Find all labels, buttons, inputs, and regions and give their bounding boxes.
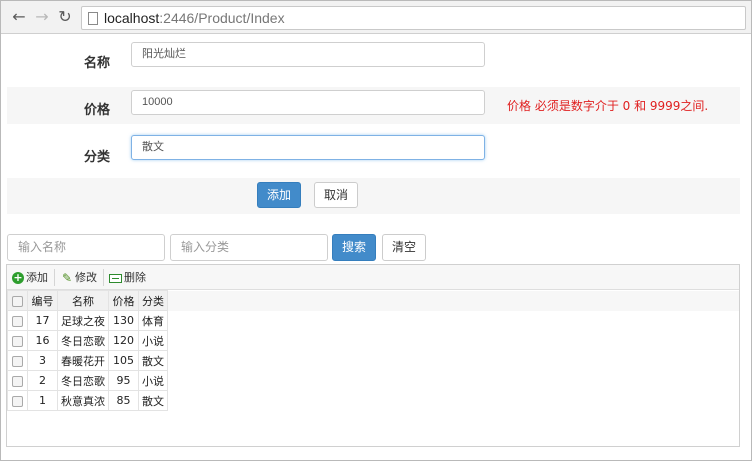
checkbox-icon	[11, 335, 23, 347]
toolbar-delete-button[interactable]: 删除	[109, 269, 146, 286]
form-row-price: 价格 10000 价格 必须是数字介于 0 和 9999之间.	[7, 87, 740, 124]
cell-category: 小说	[137, 330, 168, 351]
price-error-message: 价格 必须是数字介于 0 和 9999之间.	[507, 99, 709, 113]
url-path: :2446/Product/Index	[159, 10, 285, 26]
reload-icon[interactable]: ↻	[56, 8, 74, 26]
cell-name: 冬日恋歌	[56, 370, 109, 391]
address-bar[interactable]: localhost:2446/Product/Index	[81, 6, 746, 30]
toolbar-add-button[interactable]: + 添加	[12, 269, 48, 286]
row-checkbox[interactable]	[7, 330, 28, 351]
toolbar-separator	[103, 269, 104, 286]
cell-category: 小说	[137, 370, 168, 391]
cancel-button[interactable]: 取消	[314, 182, 358, 208]
table-row[interactable]: 16 冬日恋歌 120 小说	[7, 330, 739, 351]
cell-name: 春暖花开	[56, 350, 109, 371]
forward-arrow-icon[interactable]: →	[33, 8, 51, 26]
add-submit-button[interactable]: 添加	[257, 182, 301, 208]
cell-name: 秋意真浓	[56, 390, 109, 411]
row-checkbox[interactable]	[7, 390, 28, 411]
row-checkbox[interactable]	[7, 370, 28, 391]
cell-name: 足球之夜	[56, 310, 109, 331]
header-filler	[166, 290, 739, 311]
toolbar-add-label: 添加	[26, 271, 48, 284]
table-row[interactable]: 2 冬日恋歌 95 小说	[7, 370, 739, 391]
row-checkbox[interactable]	[7, 310, 28, 331]
row-filler	[166, 370, 739, 391]
row-filler	[166, 310, 739, 331]
name-label: 名称	[84, 56, 111, 71]
checkbox-icon	[11, 375, 23, 387]
page-icon	[88, 12, 98, 25]
toolbar-edit-button[interactable]: ✎ 修改	[61, 269, 97, 286]
clear-button[interactable]: 清空	[382, 234, 426, 261]
form-row-name: 名称 阳光灿烂	[7, 35, 740, 83]
checkbox-icon	[11, 355, 23, 367]
search-category-input[interactable]: 输入分类	[170, 234, 328, 261]
toolbar-edit-label: 修改	[75, 271, 97, 284]
checkbox-icon	[11, 295, 23, 307]
toolbar-separator	[54, 269, 55, 286]
name-input[interactable]: 阳光灿烂	[131, 42, 485, 67]
cell-id: 3	[26, 350, 58, 371]
cell-id: 1	[26, 390, 58, 411]
category-label: 分类	[84, 150, 111, 165]
row-filler	[166, 330, 739, 351]
cell-price: 85	[107, 390, 139, 411]
cell-price: 130	[107, 310, 139, 331]
row-filler	[166, 350, 739, 371]
toolbar-delete-label: 删除	[124, 271, 146, 284]
cell-price: 105	[107, 350, 139, 371]
column-header-price[interactable]: 价格	[107, 290, 139, 311]
select-all-checkbox[interactable]	[7, 290, 28, 311]
price-label: 价格	[84, 103, 111, 118]
row-checkbox[interactable]	[7, 350, 28, 371]
delete-icon	[109, 273, 122, 283]
form-actions-row: 添加 取消	[7, 178, 740, 214]
form-row-category: 分类 散文	[7, 124, 740, 176]
row-filler	[166, 390, 739, 411]
cell-id: 17	[26, 310, 58, 331]
table-row[interactable]: 3 春暖花开 105 散文	[7, 350, 739, 371]
cell-price: 95	[107, 370, 139, 391]
url-host: localhost	[104, 10, 160, 26]
column-header-id[interactable]: 编号	[26, 290, 58, 311]
price-input[interactable]: 10000	[131, 90, 485, 115]
cell-category: 散文	[137, 350, 168, 371]
search-name-input[interactable]: 输入名称	[7, 234, 165, 261]
product-grid: + 添加 ✎ 修改 删除 编号 名称 价格 分类 17 足球之夜 130 体育 …	[6, 264, 740, 447]
column-header-name[interactable]: 名称	[56, 290, 109, 311]
search-button[interactable]: 搜索	[332, 234, 376, 261]
back-arrow-icon[interactable]: ←	[10, 8, 28, 26]
cell-name: 冬日恋歌	[56, 330, 109, 351]
table-row[interactable]: 1 秋意真浓 85 散文	[7, 390, 739, 411]
pencil-icon: ✎	[61, 271, 73, 285]
url-text: localhost:2446/Product/Index	[104, 10, 285, 26]
category-input[interactable]: 散文	[131, 135, 485, 160]
add-icon: +	[12, 271, 24, 284]
column-header-category[interactable]: 分类	[137, 290, 168, 311]
cell-category: 散文	[137, 390, 168, 411]
grid-toolbar: + 添加 ✎ 修改 删除	[7, 265, 739, 290]
table-row[interactable]: 17 足球之夜 130 体育	[7, 310, 739, 331]
data-table: 编号 名称 价格 分类 17 足球之夜 130 体育 16 冬日恋歌 120 小…	[7, 290, 739, 411]
checkbox-icon	[11, 315, 23, 327]
cell-category: 体育	[137, 310, 168, 331]
table-header-row: 编号 名称 价格 分类	[7, 290, 739, 311]
cell-price: 120	[107, 330, 139, 351]
cell-id: 2	[26, 370, 58, 391]
checkbox-icon	[11, 395, 23, 407]
cell-id: 16	[26, 330, 58, 351]
browser-toolbar: ← → ↻ localhost:2446/Product/Index	[1, 1, 751, 34]
